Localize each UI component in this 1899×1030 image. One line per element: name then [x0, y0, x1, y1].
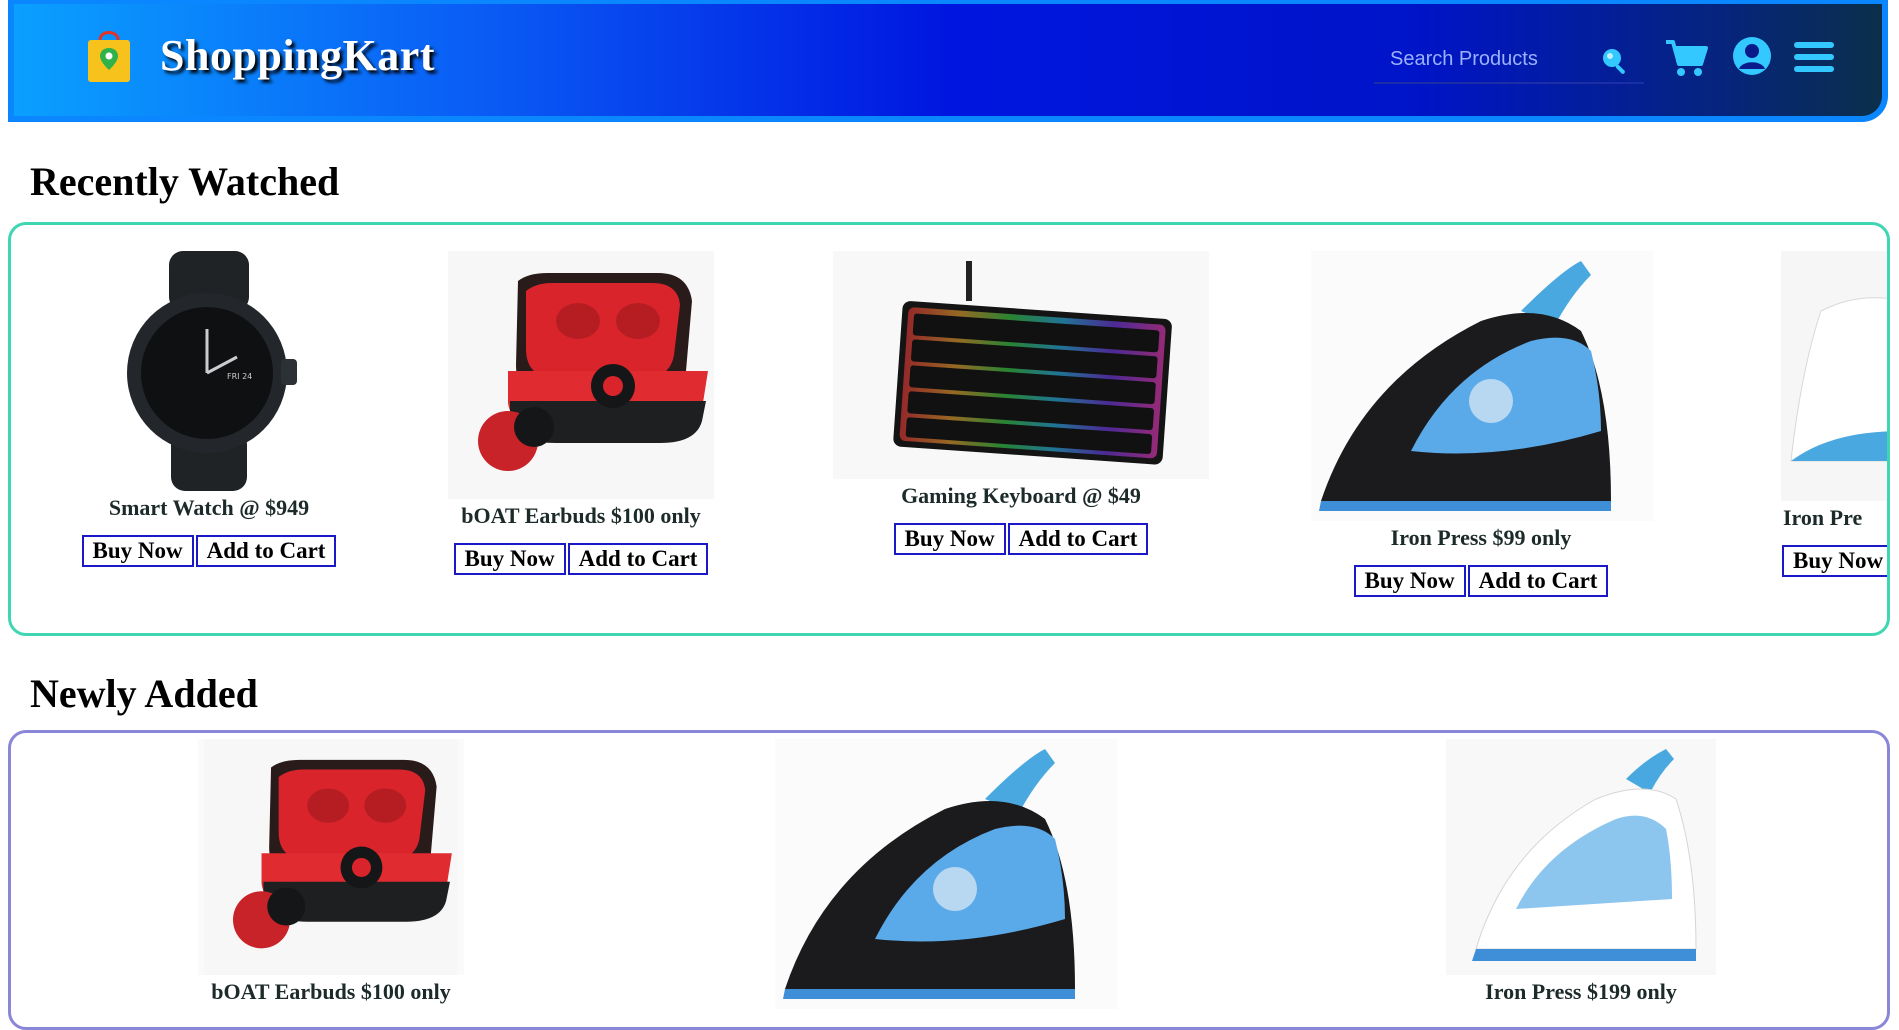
recently-watched-title: Recently Watched — [30, 159, 340, 204]
search-icon[interactable] — [1600, 46, 1630, 76]
user-icon[interactable] — [1732, 36, 1772, 76]
shopping-bag-location-icon[interactable] — [86, 26, 132, 84]
product-card[interactable]: bOAT Earbuds $100 only — [171, 739, 491, 1005]
newly-added-title: Newly Added — [30, 671, 258, 716]
product-title[interactable]: Iron Press $99 only — [1311, 525, 1651, 551]
product-card[interactable]: Iron Pre Buy Now — [1781, 251, 1890, 577]
iron-press-white-image[interactable] — [1446, 739, 1716, 975]
menu-icon[interactable] — [1794, 40, 1834, 74]
svg-text:FRI 24: FRI 24 — [227, 372, 252, 381]
brand-name[interactable]: ShoppingKart — [160, 30, 435, 81]
search-input[interactable] — [1388, 44, 1582, 74]
product-card[interactable]: bOAT Earbuds $100 only Buy Now Add to Car… — [431, 251, 731, 575]
add-to-cart-button[interactable]: Add to Cart — [567, 543, 709, 575]
add-to-cart-button[interactable]: Add to Cart — [1007, 523, 1149, 555]
recently-watched-carousel[interactable]: FRI 24 Smart Watch @ $949 Buy Now Add to … — [8, 222, 1890, 636]
product-title[interactable]: Iron Pre — [1783, 505, 1887, 531]
product-title[interactable]: bOAT Earbuds $100 only — [431, 503, 731, 529]
product-card[interactable]: FRI 24 Smart Watch @ $949 Buy Now Add to … — [59, 251, 359, 567]
buy-now-button[interactable]: Buy Now — [453, 543, 566, 575]
newly-added-carousel[interactable]: bOAT Earbuds $100 only Iron Press $199 o… — [8, 730, 1890, 1030]
iron-press-image[interactable] — [1311, 251, 1653, 521]
product-title[interactable]: Iron Press $199 only — [1431, 979, 1731, 1005]
product-title[interactable]: Gaming Keyboard @ $49 — [831, 483, 1211, 509]
product-card[interactable]: Gaming Keyboard @ $49 Buy Now Add to Cart — [831, 251, 1211, 555]
iron-press-image[interactable] — [775, 739, 1117, 1009]
buy-now-button[interactable]: Buy Now — [893, 523, 1006, 555]
cart-icon[interactable] — [1664, 38, 1708, 78]
buy-now-button[interactable]: Buy Now — [81, 535, 194, 567]
product-card[interactable]: Iron Press $199 only — [1431, 739, 1731, 1005]
buy-now-button[interactable]: Buy Now — [1353, 565, 1466, 597]
smart-watch-image[interactable]: FRI 24 — [109, 251, 309, 491]
buy-now-button[interactable]: Buy Now — [1782, 545, 1887, 577]
add-to-cart-button[interactable]: Add to Cart — [1467, 565, 1609, 597]
product-title[interactable]: Smart Watch @ $949 — [59, 495, 359, 521]
iron-press-white-image[interactable] — [1781, 251, 1890, 501]
product-card[interactable] — [771, 739, 1121, 1013]
site-header: ShoppingKart — [8, 0, 1888, 122]
earbuds-image[interactable] — [198, 739, 464, 975]
product-title[interactable]: bOAT Earbuds $100 only — [171, 979, 491, 1005]
add-to-cart-button[interactable]: Add to Cart — [195, 535, 337, 567]
product-card[interactable]: Iron Press $99 only Buy Now Add to Cart — [1311, 251, 1653, 597]
gaming-keyboard-image[interactable] — [833, 251, 1209, 479]
earbuds-image[interactable] — [448, 251, 714, 499]
search-bar — [1374, 38, 1644, 84]
